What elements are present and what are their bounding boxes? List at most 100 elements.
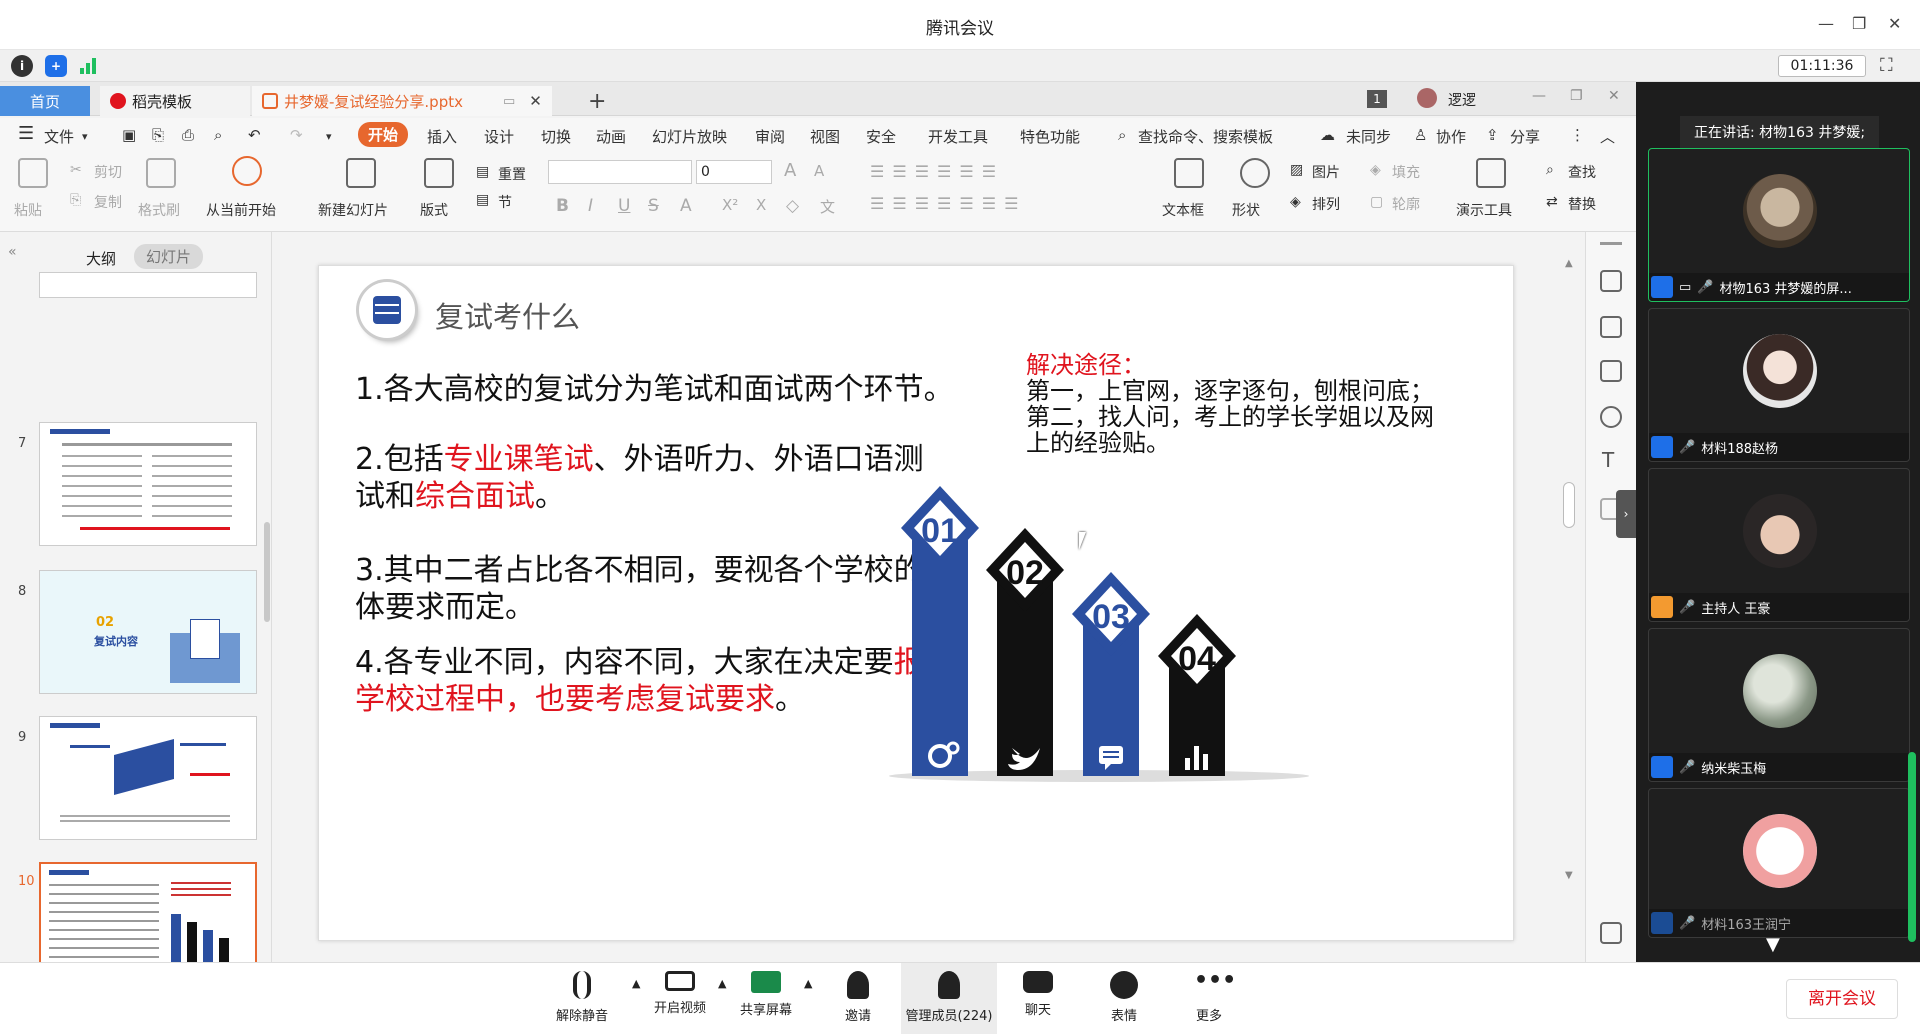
pin-icon[interactable] xyxy=(1600,316,1622,338)
font-size-select[interactable]: 0 xyxy=(696,160,772,184)
find-button[interactable]: 查找 xyxy=(1568,162,1596,182)
adjust-icon[interactable] xyxy=(1600,270,1622,292)
audio-options-chevron-icon[interactable]: ▲ xyxy=(632,977,640,990)
share-icon[interactable]: ⇪ xyxy=(1486,126,1499,144)
scroll-more-icon[interactable]: ▼ xyxy=(1766,934,1780,955)
search-icon[interactable]: ⌕ xyxy=(1118,126,1126,144)
minimize-icon[interactable]: — xyxy=(1818,14,1834,33)
tab-close-icon[interactable]: ✕ xyxy=(529,92,542,110)
play-from-current-button[interactable]: 从当前开始 xyxy=(206,200,276,220)
restore-icon[interactable]: ❐ xyxy=(1852,14,1866,33)
menu-design[interactable]: 设计 xyxy=(484,126,514,147)
outline-icon[interactable]: ▢ xyxy=(1370,194,1383,210)
chevron-down-icon[interactable]: ▾ xyxy=(82,130,88,143)
print-preview-icon[interactable]: ⌕ xyxy=(214,126,222,144)
slide-canvas[interactable]: 复试考什么 1.各大高校的复试分为笔试和面试两个环节。 2.包括专业课笔试、外语… xyxy=(318,265,1514,941)
participant-card[interactable]: 🎤 主持人 王豪 xyxy=(1648,468,1910,622)
redo-icon[interactable]: ↷ xyxy=(290,126,303,144)
arrange-button[interactable]: 排列 xyxy=(1312,194,1340,214)
menu-devtools[interactable]: 开发工具 xyxy=(928,126,988,147)
slide-thumbnail-8[interactable]: 02 复试内容 xyxy=(39,570,257,694)
reset-button[interactable]: 重置 xyxy=(498,164,526,184)
text-format-icon[interactable]: T xyxy=(1602,448,1614,472)
share-doc-icon[interactable]: ⎘ xyxy=(152,126,164,144)
expand-panel-icon[interactable]: › xyxy=(1616,490,1636,538)
menu-review[interactable]: 审阅 xyxy=(755,126,785,147)
fill-button[interactable]: 填充 xyxy=(1392,162,1420,182)
font-color-icon[interactable]: A xyxy=(680,196,692,216)
fill-icon[interactable]: ◈ xyxy=(1370,162,1381,178)
format-painter-button[interactable]: 格式刷 xyxy=(138,200,180,220)
chat-button[interactable]: 聊天 xyxy=(1003,971,1073,1018)
info-icon[interactable]: i xyxy=(11,55,33,77)
collapse-ribbon-icon[interactable]: ︿ xyxy=(1600,126,1615,147)
cut-button[interactable]: 剪切 xyxy=(94,162,122,182)
tab-pptx-file[interactable]: 井梦媛-复试经验分享.pptx ▭ ✕ xyxy=(252,86,552,116)
scroll-down-icon[interactable]: ▼ xyxy=(1565,870,1573,881)
scissors-icon[interactable]: ✂ xyxy=(70,162,82,178)
decrease-font-icon[interactable]: A xyxy=(814,162,824,180)
scroll-up-icon[interactable]: ▲ xyxy=(1565,258,1573,269)
participant-card[interactable]: 🎤 纳米柴玉梅 xyxy=(1648,628,1910,782)
unmute-button[interactable]: 解除静音 xyxy=(547,971,617,1024)
slide-thumbnail-6[interactable] xyxy=(39,272,257,298)
menu-slideshow[interactable]: 幻灯片放映 xyxy=(652,126,727,147)
hamburger-icon[interactable]: ☰ xyxy=(18,123,34,144)
picture-button[interactable]: 图片 xyxy=(1312,162,1340,182)
paste-button[interactable]: 粘贴 xyxy=(14,200,42,220)
manage-members-button[interactable]: 管理成员(224) xyxy=(903,971,995,1024)
tab-pin-icon[interactable]: ▭ xyxy=(503,94,515,109)
shape-icon[interactable] xyxy=(1240,158,1270,188)
share-screen-button[interactable]: 共享屏幕 xyxy=(731,971,801,1018)
shield-icon[interactable]: + xyxy=(45,55,67,77)
menu-switch[interactable]: 切换 xyxy=(541,126,571,147)
video-options-chevron-icon[interactable]: ▲ xyxy=(718,977,726,990)
outline-button[interactable]: 轮廓 xyxy=(1392,194,1420,214)
menu-special[interactable]: 特色功能 xyxy=(1020,126,1080,147)
menu-animation[interactable]: 动画 xyxy=(596,126,626,147)
textbox-icon[interactable] xyxy=(1174,158,1204,188)
replace-button[interactable]: 替换 xyxy=(1568,194,1596,214)
section-button[interactable]: 节 xyxy=(498,192,512,212)
wps-close-icon[interactable]: ✕ xyxy=(1608,88,1620,104)
shape-button[interactable]: 形状 xyxy=(1232,200,1260,220)
undo-icon[interactable]: ↶ xyxy=(248,126,261,144)
present-tools-icon[interactable] xyxy=(1476,158,1506,188)
increase-font-icon[interactable]: A xyxy=(784,160,796,181)
copy-button[interactable]: 复制 xyxy=(94,192,122,212)
play-icon[interactable] xyxy=(232,156,262,186)
slide-thumbnail-9[interactable] xyxy=(39,716,257,840)
find-icon[interactable]: ⌕ xyxy=(1546,162,1554,178)
menu-collab[interactable]: 协作 xyxy=(1436,126,1466,147)
copy-icon[interactable]: ⎘ xyxy=(70,192,81,208)
present-tools-button[interactable]: 演示工具 xyxy=(1456,200,1512,220)
picture-icon[interactable]: ▨ xyxy=(1290,162,1303,178)
menu-unsynced[interactable]: 未同步 xyxy=(1346,126,1391,147)
menu-share[interactable]: 分享 xyxy=(1510,126,1540,147)
menu-view[interactable]: 视图 xyxy=(810,126,840,147)
participant-card[interactable]: 🎤 材料188赵杨 xyxy=(1648,308,1910,462)
strikethrough-icon[interactable]: S xyxy=(648,196,659,216)
window-count-badge[interactable]: 1 xyxy=(1367,90,1387,108)
paragraph-tools-row2[interactable]: ☰☰☰☰☰☰☰ xyxy=(870,194,1026,213)
quick-access-chevron-icon[interactable]: ▾ xyxy=(326,130,332,143)
new-slide-button[interactable]: 新建幻灯片 xyxy=(318,200,388,220)
section-icon[interactable]: ▤ xyxy=(476,192,489,208)
underline-icon[interactable]: U xyxy=(618,196,630,216)
layout-icon[interactable] xyxy=(424,158,454,188)
editor-scrollbar[interactable] xyxy=(1563,482,1575,528)
slides-tab[interactable]: 幻灯片 xyxy=(134,244,204,269)
outline-tab[interactable]: 大纲 xyxy=(86,248,116,269)
participant-card[interactable]: 🎤 材料163王润宁 xyxy=(1648,788,1910,938)
menu-start[interactable]: 开始 xyxy=(358,122,409,147)
bold-icon[interactable]: B xyxy=(556,196,569,216)
superscript-icon[interactable]: X² xyxy=(722,196,738,214)
close-icon[interactable]: ✕ xyxy=(1888,14,1901,33)
more-options-icon[interactable]: ⋮ xyxy=(1570,126,1585,144)
user-name[interactable]: 逻逻 xyxy=(1448,90,1476,110)
tab-home[interactable]: 首页 xyxy=(0,86,90,116)
italic-icon[interactable]: I xyxy=(588,196,593,216)
signal-icon[interactable] xyxy=(80,58,98,74)
replace-slide-icon[interactable] xyxy=(1600,360,1622,382)
paste-icon[interactable] xyxy=(18,158,48,188)
